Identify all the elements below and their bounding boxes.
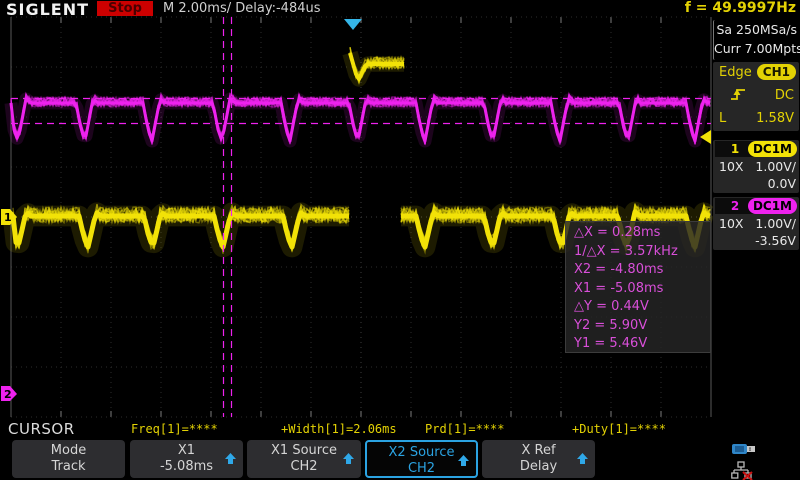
cursor-y1: Y1 = 5.46V <box>574 335 710 354</box>
cursor-y2: Y2 = 5.90V <box>574 317 710 336</box>
softkey-mode[interactable]: Mode Track <box>12 440 125 478</box>
sample-rate: Sa 250MSa/s <box>714 20 799 39</box>
cursor-dx: △X = 0.28ms <box>574 224 710 243</box>
measurement-row: CURSOR Freq[1]=**** +Width[1]=2.06ms Prd… <box>0 418 800 439</box>
channel1-coupling-badge: DC1M <box>748 141 797 157</box>
channel1-info-panel[interactable]: 1 DC1M 10X 1.00V/ 0.0V <box>713 140 799 193</box>
oscilloscope-screen: SIGLENT Stop M 2.00ms/ Delay:-484us f = … <box>0 0 800 480</box>
softkey-x1[interactable]: X1 -5.08ms <box>130 440 243 478</box>
menu-title: CURSOR <box>8 420 75 438</box>
trigger-info-panel[interactable]: Edge CH1 DC L 1.58V <box>713 62 799 131</box>
channel1-offset: 0.0V <box>768 176 796 191</box>
measure-duty: +Duty[1]=**** <box>572 422 666 436</box>
cursor-x1: X1 = -5.08ms <box>574 280 710 299</box>
softkey-x2-source[interactable]: X2 Source CH2 <box>365 440 478 478</box>
cursor-readout-box: △X = 0.28ms 1/△X = 3.57kHz X2 = -4.80ms … <box>565 221 711 353</box>
trigger-mode: Edge <box>719 65 752 80</box>
ch2-offset-marker[interactable]: 2 <box>1 386 17 401</box>
trigger-coupling: DC <box>775 88 794 103</box>
measure-freq: Freq[1]=**** <box>131 422 218 436</box>
svg-text:1: 1 <box>4 211 12 224</box>
trigger-delay-marker[interactable] <box>344 19 362 30</box>
svg-text:2: 2 <box>4 388 12 401</box>
cursor-inv-dx: 1/△X = 3.57kHz <box>574 243 710 262</box>
usb-icon <box>731 441 759 457</box>
up-arrow-icon <box>576 452 589 469</box>
rising-edge-icon <box>729 86 747 107</box>
channel2-scale: 1.00V/ <box>755 216 796 231</box>
up-arrow-icon <box>224 452 237 469</box>
channel2-coupling-badge: DC1M <box>748 198 797 214</box>
cursor-x2: X2 = -4.80ms <box>574 261 710 280</box>
softkey-x-ref[interactable]: X Ref Delay <box>482 440 595 478</box>
acquisition-info-panel[interactable]: Sa 250MSa/s Curr 7.00Mpts <box>713 20 799 60</box>
measure-period: Prd[1]=**** <box>425 422 504 436</box>
softkey-x1-source[interactable]: X1 Source CH2 <box>247 440 361 478</box>
channel2-offset: -3.56V <box>755 233 796 248</box>
channel2-info-panel[interactable]: 2 DC1M 10X 1.00V/ -3.56V <box>713 197 799 250</box>
up-arrow-icon <box>457 454 470 471</box>
cursor-dy: △Y = 0.44V <box>574 298 710 317</box>
channel2-probe: 10X <box>719 216 743 231</box>
trigger-level-value: 1.58V <box>756 111 794 126</box>
up-arrow-icon <box>342 452 355 469</box>
trigger-source-badge: CH1 <box>757 64 796 80</box>
memory-depth: Curr 7.00Mpts <box>714 39 799 58</box>
channel1-scale: 1.00V/ <box>755 159 796 174</box>
lan-disconnected-icon <box>731 461 759 480</box>
measure-pwidth: +Width[1]=2.06ms <box>281 422 397 436</box>
channel1-probe: 10X <box>719 159 743 174</box>
trigger-level-label: L <box>719 111 726 126</box>
